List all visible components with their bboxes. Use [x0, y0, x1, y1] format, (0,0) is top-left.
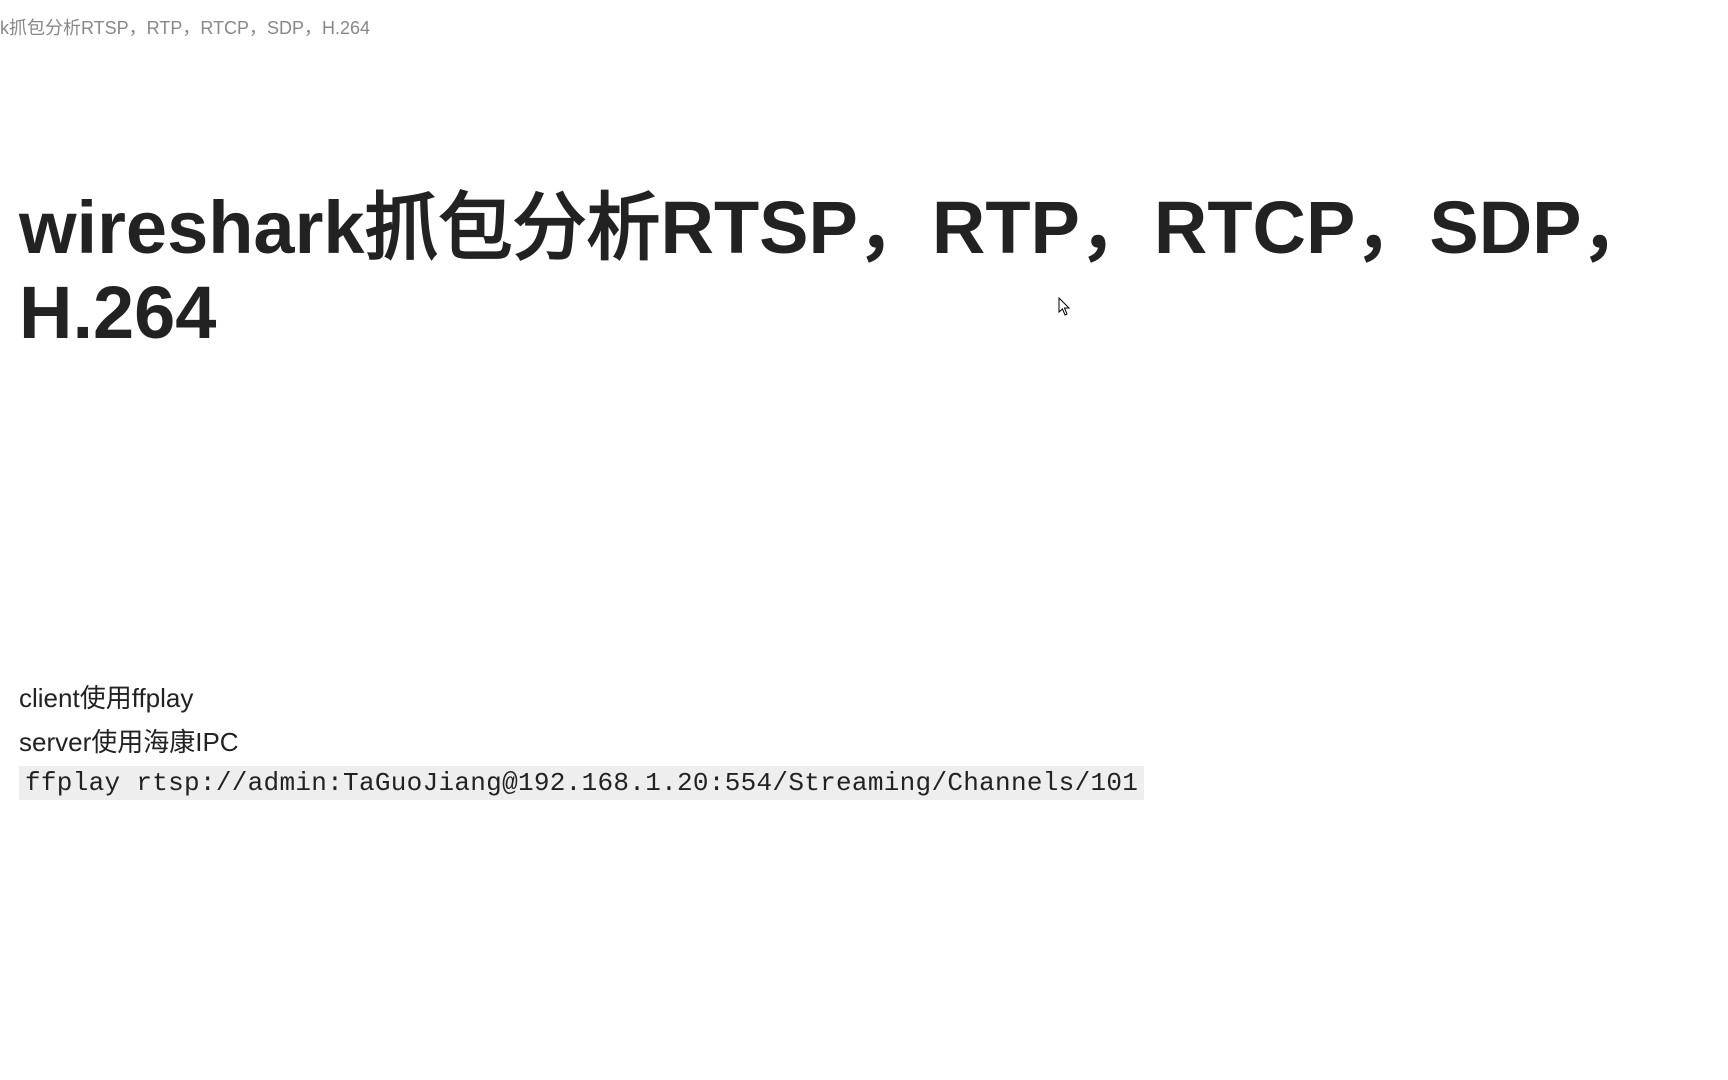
page-title: wireshark抓包分析RTSP，RTP，RTCP，SDP，H.264 [19, 185, 1728, 355]
breadcrumb: k抓包分析RTSP，RTP，RTCP，SDP，H.264 [0, 14, 370, 40]
client-info-line: client使用ffplay [19, 678, 193, 715]
server-info-line: server使用海康IPC [19, 722, 239, 759]
ffplay-command-code: ffplay rtsp://admin:TaGuoJiang@192.168.1… [19, 766, 1144, 800]
